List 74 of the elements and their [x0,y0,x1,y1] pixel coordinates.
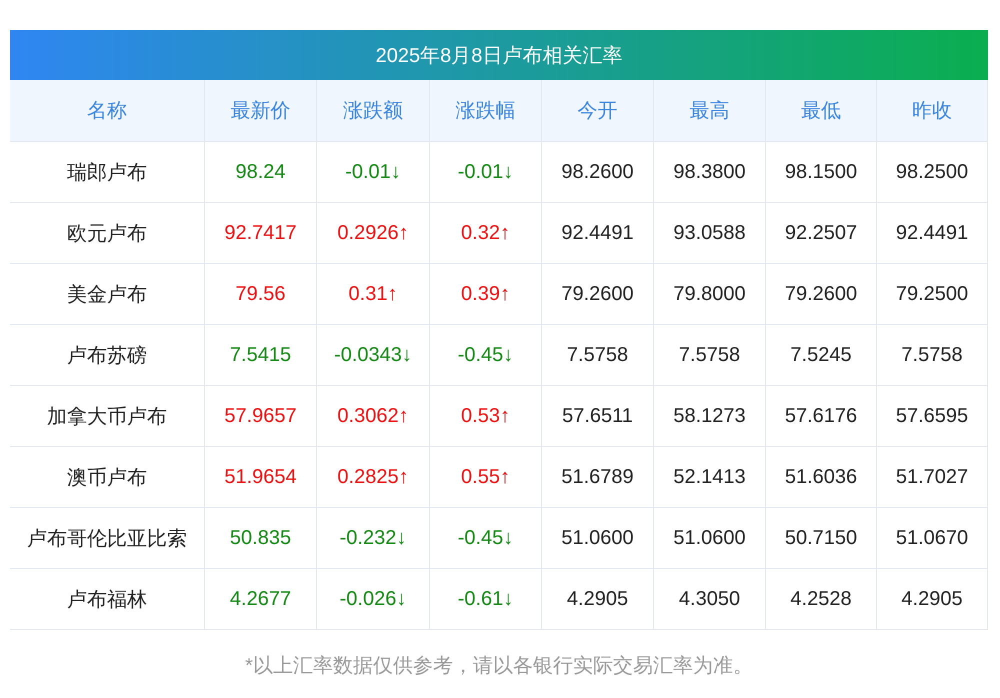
currency-name-cell: 欧元卢布 [10,203,205,264]
rate-cell: 0.3062↑ [317,386,430,447]
table-title: 2025年8月8日卢布相关汇率 [10,30,988,80]
column-header: 今开 [542,80,654,142]
rate-cell: 98.3800 [654,142,766,203]
currency-name-cell: 瑞郎卢布 [10,142,205,203]
rate-cell: 4.2528 [766,569,877,630]
rate-cell: 98.2600 [542,142,654,203]
rate-cell: 7.5415 [205,325,317,386]
rate-cell: 50.7150 [766,508,877,569]
rate-cell: 0.2926↑ [317,203,430,264]
rate-cell: 51.9654 [205,447,317,508]
rate-cell: 93.0588 [654,203,766,264]
rate-cell: -0.232↓ [317,508,430,569]
rate-cell: 4.2905 [542,569,654,630]
rate-cell: 57.6511 [542,386,654,447]
rate-cell: -0.61↓ [430,569,542,630]
column-header: 涨跌幅 [430,80,542,142]
rate-cell: 4.3050 [654,569,766,630]
currency-name-cell: 卢布福林 [10,569,205,630]
rate-cell: -0.0343↓ [317,325,430,386]
rate-cell: 92.2507 [766,203,877,264]
rate-cell: 52.1413 [654,447,766,508]
rate-cell: 4.2677 [205,569,317,630]
rate-cell: 79.8000 [654,264,766,325]
column-header: 最低 [766,80,877,142]
column-header: 昨收 [877,80,988,142]
rate-cell: 92.4491 [542,203,654,264]
rate-cell: 7.5758 [654,325,766,386]
rate-cell: 51.0600 [654,508,766,569]
rate-cell: 79.2600 [766,264,877,325]
rate-cell: 92.7417 [205,203,317,264]
rate-cell: 51.0600 [542,508,654,569]
rate-cell: 7.5245 [766,325,877,386]
currency-name-cell: 美金卢布 [10,264,205,325]
rate-cell: 98.1500 [766,142,877,203]
rate-cell: 0.39↑ [430,264,542,325]
rate-cell: 57.6176 [766,386,877,447]
rate-cell: 57.9657 [205,386,317,447]
rate-cell: 51.7027 [877,447,988,508]
rate-cell: 92.4491 [877,203,988,264]
currency-name-cell: 卢布苏磅 [10,325,205,386]
currency-name-cell: 加拿大币卢布 [10,386,205,447]
column-header: 最高 [654,80,766,142]
currency-name-cell: 澳币卢布 [10,447,205,508]
rate-cell: 0.2825↑ [317,447,430,508]
rate-cell: 98.2500 [877,142,988,203]
rate-cell: 51.6036 [766,447,877,508]
rate-cell: -0.45↓ [430,508,542,569]
currency-name-cell: 卢布哥伦比亚比索 [10,508,205,569]
rate-cell: -0.01↓ [430,142,542,203]
rate-cell: 4.2905 [877,569,988,630]
rate-cell: 51.0670 [877,508,988,569]
rate-cell: -0.45↓ [430,325,542,386]
rate-cell: 0.55↑ [430,447,542,508]
rate-cell: -0.026↓ [317,569,430,630]
rate-cell: 58.1273 [654,386,766,447]
rate-cell: -0.01↓ [317,142,430,203]
rate-cell: 57.6595 [877,386,988,447]
rate-cell: 98.24 [205,142,317,203]
rate-cell: 79.2500 [877,264,988,325]
rate-cell: 0.32↑ [430,203,542,264]
disclaimer-text: *以上汇率数据仅供参考，请以各银行实际交易汇率为准。 [244,654,754,679]
rate-cell: 51.6789 [542,447,654,508]
column-header: 名称 [10,80,205,142]
rate-cell: 0.31↑ [317,264,430,325]
rate-cell: 79.2600 [542,264,654,325]
rate-cell: 7.5758 [877,325,988,386]
column-header: 最新价 [205,80,317,142]
rate-cell: 50.835 [205,508,317,569]
rate-cell: 7.5758 [542,325,654,386]
rate-cell: 79.56 [205,264,317,325]
rate-cell: 0.53↑ [430,386,542,447]
column-header: 涨跌额 [317,80,430,142]
